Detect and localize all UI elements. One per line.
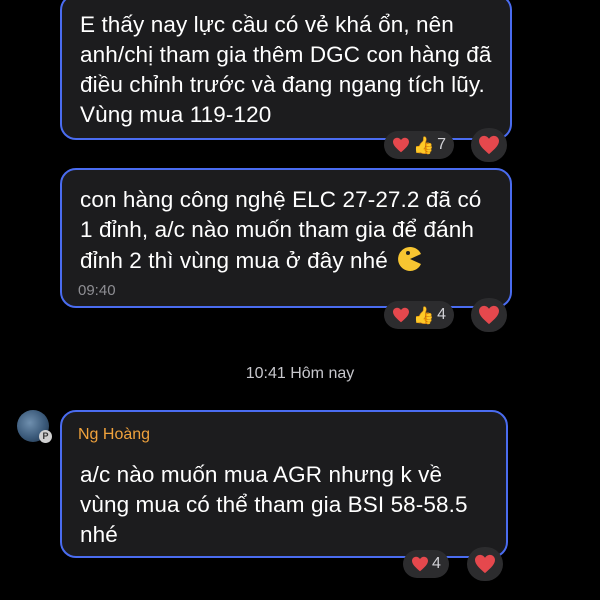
heart-icon xyxy=(479,305,499,325)
reaction-pill[interactable]: 4 xyxy=(403,550,449,578)
react-heart-button[interactable] xyxy=(467,547,503,581)
heart-icon xyxy=(475,554,495,574)
react-heart-button[interactable] xyxy=(471,298,507,332)
heart-icon xyxy=(393,307,409,323)
reaction-count: 4 xyxy=(437,306,447,323)
reaction-count: 7 xyxy=(437,136,447,153)
reaction-pill[interactable]: 👍 7 xyxy=(384,131,455,159)
message-time: 09:40 xyxy=(78,282,116,299)
thumbs-up-icon: 👍 xyxy=(413,135,435,155)
thumbs-up-icon: 👍 xyxy=(413,305,435,325)
message-text: E thấy nay lực cầu có vẻ khá ổn, nên anh… xyxy=(80,12,492,127)
message-text: a/c nào muốn mua AGR nhưng k về vùng mua… xyxy=(80,462,468,547)
message-bubble-3[interactable]: Ng Hoàng a/c nào muốn mua AGR nhưng k về… xyxy=(60,410,508,558)
date-divider: 10:41 Hôm nay xyxy=(245,365,355,382)
message-text: con hàng công nghệ ELC 27-27.2 đã có 1 đ… xyxy=(80,185,500,276)
avatar-badge-icon: P xyxy=(39,430,52,443)
message-bubble-1[interactable]: E thấy nay lực cầu có vẻ khá ổn, nên anh… xyxy=(60,0,512,140)
avatar[interactable]: P xyxy=(17,410,52,443)
react-heart-button[interactable] xyxy=(471,128,507,162)
pacman-emoji xyxy=(398,246,422,271)
sender-name[interactable]: Ng Hoàng xyxy=(78,426,150,444)
reaction-pill[interactable]: 👍 4 xyxy=(384,301,455,329)
message-bubble-2[interactable]: con hàng công nghệ ELC 27-27.2 đã có 1 đ… xyxy=(60,168,512,308)
heart-icon xyxy=(479,135,499,155)
reaction-count: 4 xyxy=(432,555,441,572)
heart-icon xyxy=(412,556,428,572)
heart-icon xyxy=(393,137,409,153)
